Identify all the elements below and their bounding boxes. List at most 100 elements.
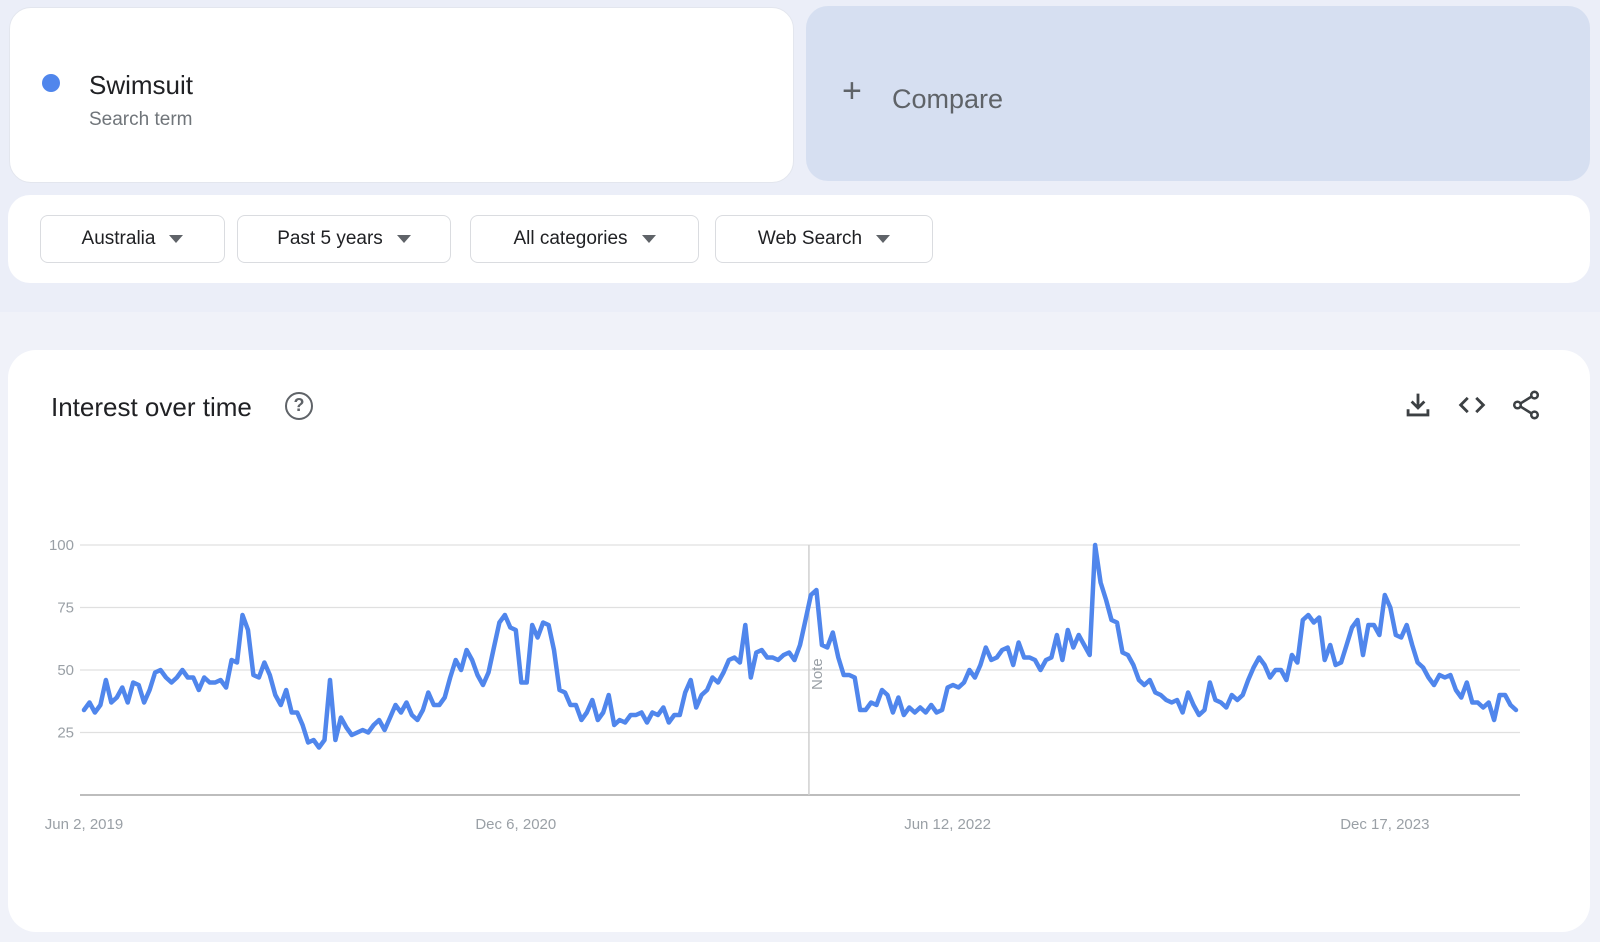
data-point[interactable] [547,623,551,627]
data-point[interactable] [350,733,354,737]
data-point[interactable] [421,708,425,712]
data-point[interactable] [1148,678,1152,682]
data-point[interactable] [957,686,961,690]
data-point[interactable] [1372,623,1376,627]
data-point[interactable] [596,718,600,722]
data-point[interactable] [87,701,91,705]
data-point[interactable] [284,688,288,692]
data-point[interactable] [940,708,944,712]
data-point[interactable] [273,693,277,697]
data-point[interactable] [1481,706,1485,710]
data-point[interactable] [672,713,676,717]
data-point[interactable] [574,703,578,707]
data-point[interactable] [268,673,272,677]
data-point[interactable] [257,676,261,680]
data-point[interactable] [394,703,398,707]
data-point[interactable] [476,673,480,677]
data-point[interactable] [825,646,829,650]
data-point[interactable] [1038,668,1042,672]
data-point[interactable] [1192,703,1196,707]
data-point[interactable] [929,703,933,707]
data-point[interactable] [771,656,775,660]
data-point[interactable] [732,656,736,660]
data-point[interactable] [153,671,157,675]
data-point[interactable] [98,703,102,707]
data-point[interactable] [1115,621,1119,625]
data-point[interactable] [1055,633,1059,637]
data-point[interactable] [853,676,857,680]
data-point[interactable] [1175,698,1179,702]
data-point[interactable] [836,656,840,660]
data-point[interactable] [1110,618,1114,622]
data-point[interactable] [372,723,376,727]
data-point[interactable] [1355,618,1359,622]
data-point[interactable] [1131,663,1135,667]
data-point[interactable] [831,631,835,635]
data-point[interactable] [541,621,545,625]
data-point[interactable] [1082,643,1086,647]
data-point[interactable] [399,711,403,715]
data-point[interactable] [749,676,753,680]
data-point[interactable] [629,713,633,717]
data-point[interactable] [639,711,643,715]
data-point[interactable] [415,718,419,722]
data-point[interactable] [142,701,146,705]
data-point[interactable] [793,658,797,662]
data-point[interactable] [1049,656,1053,660]
data-point[interactable] [661,706,665,710]
data-point[interactable] [295,711,299,715]
data-point[interactable] [667,721,671,725]
data-point[interactable] [328,678,332,682]
data-point[interactable] [885,693,889,697]
data-point[interactable] [120,686,124,690]
data-point[interactable] [530,623,534,627]
data-point[interactable] [978,663,982,667]
data-point[interactable] [1301,618,1305,622]
data-point[interactable] [880,688,884,692]
data-point[interactable] [1410,643,1414,647]
data-point[interactable] [721,671,725,675]
data-point[interactable] [776,658,780,662]
data-point[interactable] [1219,701,1223,705]
data-point[interactable] [1159,693,1163,697]
data-point[interactable] [159,668,163,672]
data-point[interactable] [213,681,217,685]
data-point[interactable] [1028,656,1032,660]
data-point[interactable] [1213,698,1217,702]
data-point[interactable] [1006,646,1010,650]
data-point[interactable] [1377,633,1381,637]
data-point[interactable] [344,726,348,730]
data-point[interactable] [967,668,971,672]
data-point[interactable] [814,588,818,592]
data-point[interactable] [705,688,709,692]
data-point[interactable] [1394,633,1398,637]
data-point[interactable] [355,731,359,735]
data-point[interactable] [1104,598,1108,602]
data-point[interactable] [1328,643,1332,647]
data-point[interactable] [246,628,250,632]
data-point[interactable] [1399,636,1403,640]
data-point[interactable] [1317,616,1321,620]
data-point[interactable] [104,678,108,682]
data-point[interactable] [109,701,113,705]
data-point[interactable] [230,658,234,662]
data-point[interactable] [558,688,562,692]
data-point[interactable] [1153,691,1157,695]
data-point[interactable] [820,643,824,647]
data-point[interactable] [918,706,922,710]
data-point[interactable] [1208,681,1212,685]
data-point[interactable] [689,678,693,682]
data-point[interactable] [235,661,239,665]
data-point[interactable] [492,646,496,650]
data-point[interactable] [519,681,523,685]
data-point[interactable] [1459,696,1463,700]
data-point[interactable] [377,718,381,722]
data-point[interactable] [1011,663,1015,667]
data-point[interactable] [1487,701,1491,705]
data-point[interactable] [322,738,326,742]
data-point[interactable] [1448,673,1452,677]
data-point[interactable] [306,741,310,745]
data-point[interactable] [1017,641,1021,645]
data-point[interactable] [82,708,86,712]
data-point[interactable] [290,711,294,715]
